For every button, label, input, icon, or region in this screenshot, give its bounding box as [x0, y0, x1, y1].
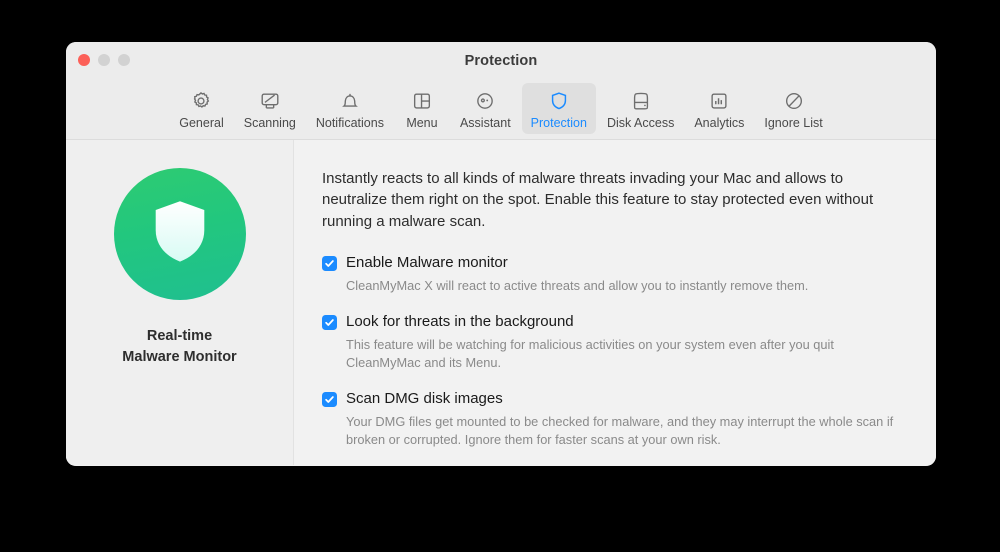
tab-label: Ignore List — [764, 116, 823, 130]
option-look-for-threats: Look for threats in the background This … — [322, 313, 906, 372]
tab-disk-access[interactable]: Disk Access — [598, 83, 683, 134]
shield-icon — [548, 88, 570, 113]
option-description: CleanMyMac X will react to active threat… — [346, 277, 809, 293]
window-panes-icon — [411, 88, 433, 113]
tab-label: Menu — [406, 116, 438, 130]
options-list: Enable Malware monitor CleanMyMac X will… — [322, 254, 906, 449]
tab-ignore-list[interactable]: Ignore List — [755, 83, 831, 134]
intro-description: Instantly reacts to all kinds of malware… — [322, 170, 874, 230]
tab-menu[interactable]: Menu — [395, 83, 449, 134]
toolbar: General Scanning Notifications Menu Assi… — [66, 80, 936, 140]
sidebar: Real-time Malware Monitor — [66, 140, 294, 465]
checkbox-look-for-threats[interactable] — [322, 314, 337, 330]
tab-protection[interactable]: Protection — [521, 83, 596, 134]
hard-drive-icon — [630, 88, 652, 113]
option-label: Look for threats in the background — [346, 312, 574, 330]
checkbox-enable-malware-monitor[interactable] — [322, 255, 337, 271]
sidebar-title-line1: Real-time — [146, 328, 213, 344]
option-row[interactable]: Scan DMG disk images — [322, 390, 906, 409]
option-description: Your DMG files get mounted to be checked… — [346, 413, 894, 447]
tab-notifications[interactable]: Notifications — [307, 83, 393, 134]
content-pane: Instantly reacts to all kinds of malware… — [294, 140, 936, 465]
option-scan-dmg: Scan DMG disk images Your DMG files get … — [322, 390, 906, 449]
bell-icon — [339, 88, 361, 113]
tab-label: Scanning — [243, 116, 296, 130]
title-bar: Protection — [66, 42, 936, 80]
tab-label: Notifications — [315, 116, 384, 130]
bar-chart-icon — [708, 88, 730, 113]
option-enable-malware-monitor: Enable Malware monitor CleanMyMac X will… — [322, 254, 906, 295]
shield-badge-icon — [113, 168, 246, 300]
tab-label: Protection — [530, 116, 587, 130]
tab-label: General — [179, 116, 224, 130]
option-label: Scan DMG disk images — [346, 389, 503, 407]
tab-general[interactable]: General — [170, 83, 232, 134]
option-row[interactable]: Look for threats in the background — [322, 313, 906, 332]
tab-scanning[interactable]: Scanning — [235, 83, 305, 134]
tab-assistant[interactable]: Assistant — [451, 83, 520, 134]
window-body: Real-time Malware Monitor Instantly reac… — [66, 140, 936, 465]
option-label: Enable Malware monitor — [346, 253, 508, 271]
preferences-window: Protection General Scanning Notification… — [66, 42, 936, 466]
monitor-scan-icon — [259, 88, 281, 113]
option-row[interactable]: Enable Malware monitor — [322, 254, 906, 273]
checkbox-scan-dmg[interactable] — [322, 391, 337, 407]
tab-label: Analytics — [694, 116, 745, 130]
option-description: This feature will be watching for malici… — [346, 336, 834, 370]
assistant-face-icon — [474, 88, 496, 113]
tab-label: Disk Access — [606, 116, 675, 130]
gear-icon — [190, 88, 212, 113]
window-title: Protection — [464, 53, 538, 69]
tab-analytics[interactable]: Analytics — [685, 83, 753, 134]
sidebar-title: Real-time Malware Monitor — [122, 326, 236, 368]
tab-label: Assistant — [459, 116, 511, 130]
no-entry-icon — [783, 88, 805, 113]
sidebar-title-line2: Malware Monitor — [122, 349, 237, 366]
